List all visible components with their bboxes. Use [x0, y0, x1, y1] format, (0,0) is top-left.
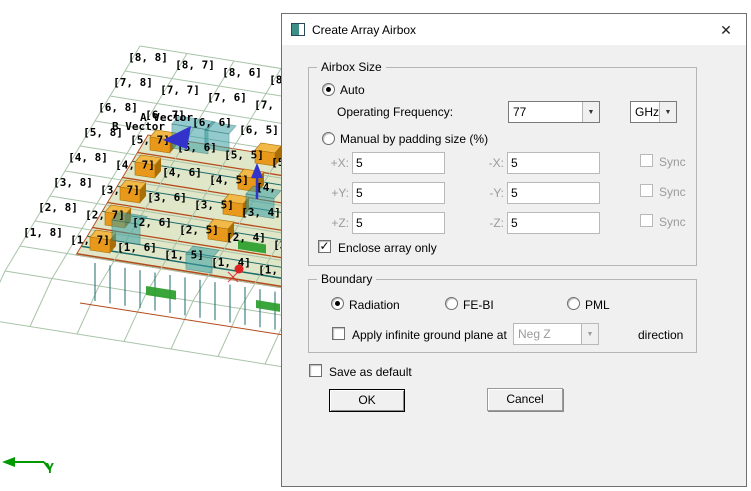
sync-x-label: Sync — [659, 155, 686, 169]
close-icon[interactable]: ✕ — [715, 19, 737, 41]
cell-label: [7, 7] — [160, 84, 200, 97]
boundary-legend: Boundary — [317, 272, 377, 286]
infinite-ground-plane-checkbox[interactable] — [332, 327, 345, 340]
cell-label: [2, 4] — [226, 231, 266, 244]
dialog-app-icon — [291, 23, 305, 36]
infinite-ground-plane-label: Apply infinite ground plane at — [352, 328, 507, 342]
cell-label: [6, 5] — [239, 124, 279, 137]
sync-z-label: Sync — [659, 215, 686, 229]
pos-z-field[interactable] — [352, 212, 445, 234]
cell-label: [1, 5] — [164, 249, 204, 262]
sync-x-checkbox[interactable] — [640, 154, 653, 167]
neg-z-field[interactable] — [507, 212, 600, 234]
pos-x-label: +X: — [330, 156, 349, 170]
cell-label: [1, 8] — [23, 226, 63, 239]
create-array-airbox-dialog: Create Array Airbox ✕ Airbox Size Auto O… — [281, 13, 747, 487]
frequency-unit-combo[interactable]: GHz ▼ — [630, 101, 677, 123]
b-vector-label: B Vector — [112, 120, 165, 133]
pos-x-field[interactable] — [352, 152, 445, 174]
febi-label: FE-BI — [463, 298, 494, 312]
operating-frequency-label: Operating Frequency: — [337, 105, 454, 119]
neg-z-label: -Z: — [489, 216, 504, 230]
manual-padding-label: Manual by padding size (%) — [340, 132, 489, 146]
ok-button[interactable]: OK — [329, 389, 405, 412]
cell-label: [3, 7] — [100, 184, 140, 197]
cell-label: [2, 6] — [132, 216, 172, 229]
frequency-value: 77 — [513, 105, 527, 119]
pos-y-field[interactable] — [352, 182, 445, 204]
cell-label: [6, 8] — [98, 101, 138, 114]
cell-label: [4, 7] — [115, 159, 155, 172]
cell-label: [3, 4] — [241, 206, 281, 219]
cell-label: [1, 7] — [70, 234, 110, 247]
dialog-titlebar[interactable]: Create Array Airbox ✕ — [282, 14, 746, 45]
cell-label: [8, 6] — [222, 66, 262, 79]
auto-label: Auto — [340, 83, 365, 97]
cell-label: [2, 8] — [38, 201, 78, 214]
ground-plane-direction-value: Neg Z — [518, 327, 551, 341]
cell-label: [1, 6] — [117, 241, 157, 254]
cell-label: [2, 5] — [179, 224, 219, 237]
auto-radio[interactable] — [322, 83, 335, 96]
cell-label: [8, 8] — [128, 51, 168, 64]
save-as-default-checkbox[interactable] — [309, 364, 322, 377]
direction-label: direction — [638, 328, 684, 342]
pml-label: PML — [585, 298, 610, 312]
sync-y-label: Sync — [659, 185, 686, 199]
cancel-button[interactable]: Cancel — [487, 388, 563, 411]
airbox-size-group: Airbox Size Auto Operating Frequency: 77… — [308, 60, 697, 266]
origin-point — [234, 264, 244, 274]
cell-label: [4, 6] — [162, 166, 202, 179]
pml-radio[interactable] — [567, 297, 580, 310]
neg-x-field[interactable] — [507, 152, 600, 174]
cell-label: [8, 7] — [175, 59, 215, 72]
y-axis-label: Y — [46, 462, 54, 477]
cell-label: [2, 7] — [85, 209, 125, 222]
cell-label: [7, 8] — [113, 76, 153, 89]
sync-z-checkbox[interactable] — [640, 214, 653, 227]
neg-y-label: -Y: — [489, 186, 504, 200]
dialog-title: Create Array Airbox — [312, 22, 417, 37]
radiation-label: Radiation — [349, 298, 400, 312]
neg-y-field[interactable] — [507, 182, 600, 204]
manual-padding-radio[interactable] — [322, 132, 335, 145]
direction-dropdown-icon: ▼ — [581, 324, 598, 344]
ground-plane-direction-combo[interactable]: Neg Z ▼ — [513, 323, 599, 345]
radiation-radio[interactable] — [331, 297, 344, 310]
neg-x-label: -X: — [488, 156, 504, 170]
cell-label: [3, 5] — [194, 199, 234, 212]
cell-label: [4, 8] — [68, 151, 108, 164]
cell-label: [3, 6] — [147, 191, 187, 204]
cell-label: [4, 5] — [209, 174, 249, 187]
frequency-dropdown-icon[interactable]: ▼ — [582, 102, 599, 122]
unit-dropdown-icon[interactable]: ▼ — [659, 102, 676, 122]
cell-label: [1, 4] — [211, 256, 251, 269]
airbox-size-legend: Airbox Size — [317, 60, 386, 74]
pos-y-label: +Y: — [331, 186, 349, 200]
pos-z-label: +Z: — [331, 216, 349, 230]
frequency-combo[interactable]: 77 ▼ — [508, 101, 600, 123]
boundary-group: Boundary Radiation FE-BI PML Apply infin… — [308, 272, 697, 353]
frequency-unit-value: GHz — [635, 105, 659, 119]
enclose-array-checkbox[interactable]: ✓ — [318, 240, 331, 253]
cell-label: [5, 5] — [224, 149, 264, 162]
febi-radio[interactable] — [445, 297, 458, 310]
save-as-default-label: Save as default — [329, 365, 412, 379]
screen: [8, 8][8, 7][8, 6][8, 5][8, 4][8, 3][7, … — [0, 0, 751, 491]
cell-label: [6, 6] — [192, 116, 232, 129]
cell-label: [7, 6] — [207, 91, 247, 104]
cell-label: [3, 8] — [53, 176, 93, 189]
sync-y-checkbox[interactable] — [640, 184, 653, 197]
enclose-array-label: Enclose array only — [338, 241, 437, 255]
